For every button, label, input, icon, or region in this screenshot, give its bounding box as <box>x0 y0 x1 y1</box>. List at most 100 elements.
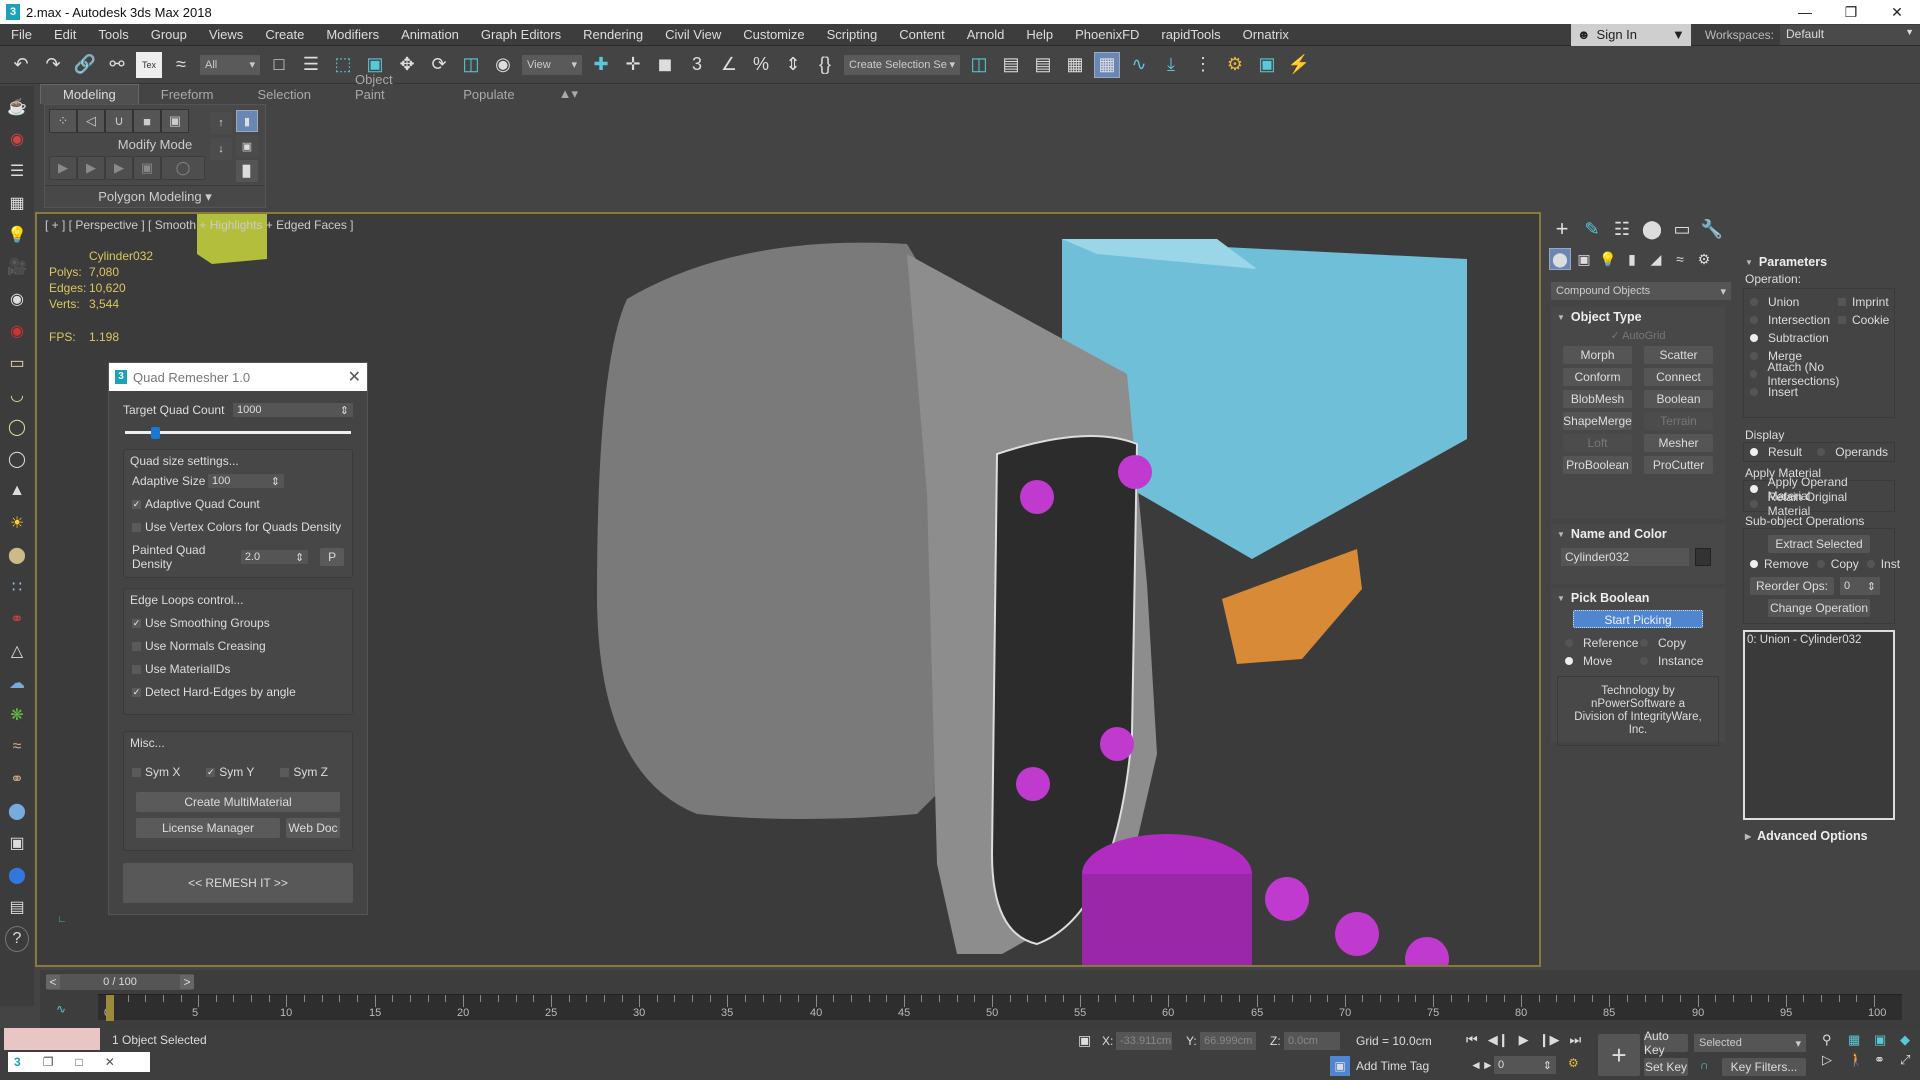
close-icon[interactable]: ✕ <box>1874 4 1920 21</box>
close-icon[interactable]: ✕ <box>348 367 361 387</box>
remove-radio[interactable]: Remove <box>1750 555 1809 573</box>
select-icon[interactable]: ▶ <box>49 156 77 180</box>
menu-modifiers[interactable]: Modifiers <box>315 27 390 42</box>
geometry-icon[interactable]: ⬤ <box>1549 248 1571 270</box>
advanced-options-header[interactable]: ▶ Advanced Options <box>1739 826 1899 846</box>
pivot-icon[interactable]: ✚ <box>588 52 614 78</box>
key-mode-toggle-icon[interactable]: ◄► <box>1470 1058 1494 1072</box>
pick-boolean-header[interactable]: ▼ Pick Boolean <box>1551 588 1725 608</box>
object-type-button-scatter[interactable]: Scatter <box>1644 346 1713 364</box>
web-doc-button[interactable]: Web Doc <box>286 818 340 838</box>
cloud-icon[interactable]: ☁ <box>5 670 29 696</box>
vertex-colors-checkbox[interactable]: Use Vertex Colors for Quads Density <box>132 520 344 534</box>
set-key-button[interactable]: Set Key <box>1644 1058 1688 1076</box>
stack-up-icon[interactable]: ↑ <box>210 112 232 134</box>
modify-tab-icon[interactable]: ✎ <box>1579 216 1605 242</box>
menu-phoenixfd[interactable]: PhoenixFD <box>1064 27 1150 42</box>
curve-editor-toggle-icon[interactable]: ∿ <box>56 1002 66 1016</box>
target-quad-count-spinner[interactable]: 1000 ⇕ <box>233 403 353 417</box>
hard-edges-checkbox[interactable]: ✓ Detect Hard-Edges by angle <box>132 685 344 699</box>
zoom-icon[interactable]: ⚲ <box>1822 1032 1844 1048</box>
operands-radio[interactable]: Operands <box>1817 443 1888 461</box>
particles-icon[interactable]: ∷ <box>5 574 29 600</box>
vertex-mode-icon[interactable]: ⁘ <box>49 109 77 133</box>
zoom-extents-icon[interactable]: ▣ <box>1874 1032 1896 1048</box>
selection-filter-dropdown[interactable]: All ▾ <box>200 54 260 75</box>
viewport-label[interactable]: [ + ] [ Perspective ] [ Smooth + Highlig… <box>45 218 354 232</box>
change-operation-button[interactable]: Change Operation <box>1768 599 1870 617</box>
key-filters-button[interactable]: Key Filters... <box>1722 1058 1806 1076</box>
render-setup-icon[interactable]: ⚙ <box>1222 52 1248 78</box>
lights-icon[interactable]: 💡 <box>1597 248 1619 270</box>
menu-rapidtools[interactable]: rapidTools <box>1150 27 1231 42</box>
object-color-swatch[interactable] <box>1695 548 1711 566</box>
cone-icon[interactable]: ▲ <box>5 478 29 504</box>
object-type-button-morph[interactable]: Morph <box>1563 346 1632 364</box>
bind-space-warp-icon[interactable]: ≈ <box>168 52 194 78</box>
shapes-icon[interactable]: ▣ <box>1573 248 1595 270</box>
menu-customize[interactable]: Customize <box>732 27 815 42</box>
slider-thumb[interactable] <box>151 427 161 439</box>
tab-selection[interactable]: Selection <box>236 85 333 104</box>
camera-target-icon[interactable]: ◉ <box>5 286 29 312</box>
maximize-icon[interactable]: □ <box>75 1055 82 1069</box>
display-tab-icon[interactable]: ▭ <box>1669 216 1695 242</box>
select-icon[interactable]: ▶ <box>77 156 105 180</box>
spinner-snap-icon[interactable]: ⇕ <box>780 52 806 78</box>
schematic-view-icon[interactable]: ⋮ <box>1190 52 1216 78</box>
license-manager-button[interactable]: License Manager <box>136 818 280 838</box>
object-type-button-procutter[interactable]: ProCutter <box>1644 456 1713 474</box>
angle-snap-icon[interactable]: ∠ <box>716 52 742 78</box>
create-tab-icon[interactable]: + <box>1549 216 1575 242</box>
geosphere-icon[interactable]: ◯ <box>5 446 29 472</box>
smoothing-groups-checkbox[interactable]: ✓ Use Smoothing Groups <box>132 616 344 630</box>
copy-radio[interactable]: Copy <box>1816 555 1859 573</box>
object-type-header[interactable]: ▼ Object Type <box>1551 307 1725 327</box>
material-editor-icon[interactable]: ▣ <box>5 830 29 856</box>
tab-freeform[interactable]: Freeform <box>139 85 236 104</box>
layer-explorer-icon[interactable]: ▦ <box>1062 52 1088 78</box>
object-name-input[interactable]: Cylinder032 <box>1561 548 1689 566</box>
menu-views[interactable]: Views <box>198 27 254 42</box>
imprint-checkbox[interactable]: Imprint <box>1838 293 1889 311</box>
ribbon-options-icon[interactable]: ▲▾ <box>537 84 600 104</box>
tab-modeling[interactable]: Modeling <box>40 84 139 104</box>
systems-icon[interactable]: ⚙ <box>1693 248 1715 270</box>
y-coord-field[interactable]: 66.999cm <box>1200 1032 1256 1050</box>
create-multimaterial-button[interactable]: Create MultiMaterial <box>136 792 340 812</box>
normals-creasing-checkbox[interactable]: Use Normals Creasing <box>132 639 344 653</box>
adaptive-size-spinner[interactable]: 100 ⇕ <box>208 474 284 488</box>
object-type-button-mesher[interactable]: Mesher <box>1644 434 1713 452</box>
copy-radio[interactable]: Copy <box>1640 634 1715 652</box>
sign-in-button[interactable]: ☻ Sign In ▼ <box>1570 23 1691 46</box>
preview-icon[interactable]: ▣ <box>133 156 161 180</box>
pin-stack-icon[interactable]: ▉ <box>236 160 258 182</box>
menu-civil-view[interactable]: Civil View <box>654 27 732 42</box>
menu-animation[interactable]: Animation <box>390 27 470 42</box>
remesh-it-button[interactable]: << REMESH IT >> <box>123 863 353 903</box>
object-type-button-boolean[interactable]: Boolean <box>1644 390 1713 408</box>
scale-icon[interactable]: ◫ <box>458 52 484 78</box>
camera-icon[interactable]: 🎥 <box>5 254 29 280</box>
painted-density-spinner[interactable]: 2.0 ⇕ <box>240 550 309 564</box>
stack-down-icon[interactable]: ↓ <box>210 138 232 160</box>
go-to-end-icon[interactable]: ⏭ <box>1569 1032 1581 1048</box>
ref-coord-dropdown[interactable]: View ▾ <box>522 54 582 75</box>
help-icon[interactable]: ? <box>5 926 29 952</box>
workspace-dropdown[interactable]: Default ▼ <box>1780 24 1920 45</box>
show-end-result-icon[interactable]: ▮ <box>236 110 258 132</box>
menu-help[interactable]: Help <box>1015 27 1064 42</box>
menu-file[interactable]: File <box>0 27 43 42</box>
table-icon[interactable]: ▦ <box>5 190 29 216</box>
tab-object-paint[interactable]: Object Paint <box>333 70 441 104</box>
time-config-icon[interactable]: ⚙ <box>1568 1056 1579 1070</box>
set-keys-button[interactable]: + <box>1598 1034 1640 1076</box>
dialog-titlebar[interactable]: 3 Quad Remesher 1.0 ✕ <box>109 363 367 391</box>
percent-snap-icon[interactable]: % <box>748 52 774 78</box>
restore-icon[interactable]: ❐ <box>43 1055 54 1069</box>
scene-explorer-icon[interactable]: ▤ <box>1030 52 1056 78</box>
edge-mode-icon[interactable]: ◁ <box>77 109 105 133</box>
time-slider-thumb[interactable] <box>106 995 114 1021</box>
menu-edit[interactable]: Edit <box>43 27 87 42</box>
manipulate-icon[interactable]: ✛ <box>620 52 646 78</box>
